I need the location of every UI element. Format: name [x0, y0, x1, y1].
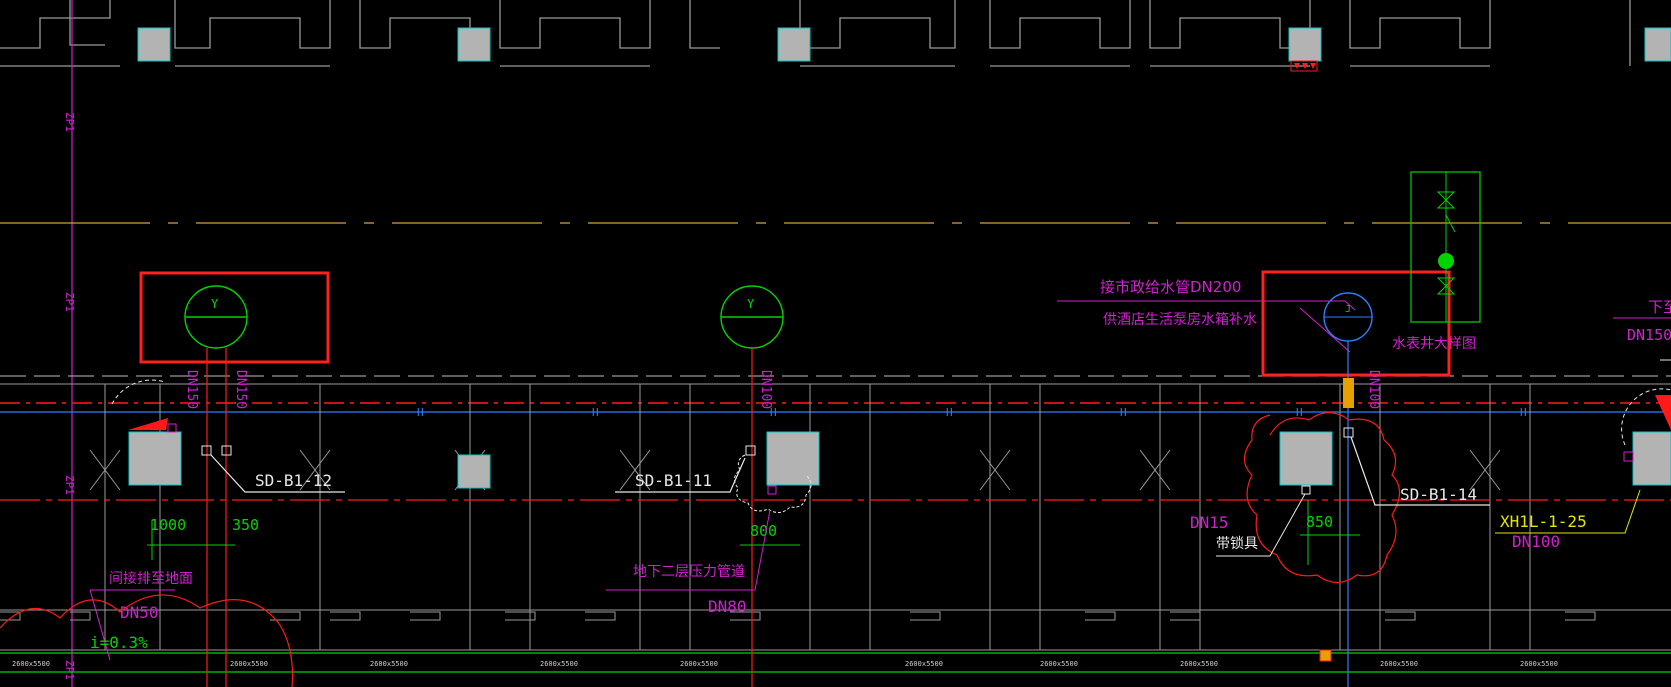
- b2-pressure-label: 地下二层压力管道: [633, 564, 745, 580]
- h-label-1: H: [417, 406, 424, 419]
- hotel-tank-label: 供酒店生活泵房水箱补水: [1103, 312, 1257, 328]
- dn100-vertical-right: DN100: [1366, 370, 1381, 409]
- well-group-far-right[interactable]: XH1L-1-25 DN100 下至 DN150: [1495, 298, 1671, 551]
- svg-text:2600x5500: 2600x5500: [370, 660, 408, 668]
- column-far-right: [1632, 431, 1671, 486]
- y-label-middle: Y: [747, 297, 755, 311]
- column-middle: [766, 431, 820, 486]
- zp1-label-4: ZP1: [63, 660, 76, 680]
- svg-text:2600x5500: 2600x5500: [1040, 660, 1078, 668]
- svg-text:2600x5500: 2600x5500: [12, 660, 50, 668]
- dim-850: 850: [1306, 513, 1333, 531]
- right-top-label-1: 下至: [1648, 298, 1671, 316]
- xh1l-label: XH1L-1-25: [1500, 512, 1587, 531]
- svg-text:2600x5500: 2600x5500: [905, 660, 943, 668]
- well-group-sd-b1-11[interactable]: Y DN100 SD-B1-11 800 地下二层压力管道 DN80: [606, 285, 820, 687]
- svg-text:2600x5500: 2600x5500: [1380, 660, 1418, 668]
- blue-h-pipe: H H H H H H H: [0, 406, 1671, 419]
- well-group-sd-b1-12[interactable]: Y DN150 DN150 SD-B1-12 1000 350 间接排至地面 D…: [0, 271, 345, 687]
- highlight-box-right: [1261, 270, 1451, 377]
- meter-well-label: 水表井大样图: [1392, 336, 1476, 352]
- dn150-vertical-1: DN150: [184, 370, 199, 409]
- svg-text:2600x5500: 2600x5500: [1520, 660, 1558, 668]
- dim-350: 350: [232, 516, 259, 534]
- dim-1000: 1000: [150, 516, 186, 534]
- dn80-label: DN80: [708, 597, 747, 616]
- j-label-right: J: [1345, 304, 1351, 315]
- svg-text:2600x5500: 2600x5500: [1180, 660, 1218, 668]
- right-top-label-2: DN150: [1627, 326, 1671, 344]
- svg-text:2600x5500: 2600x5500: [680, 660, 718, 668]
- y-label-left: Y: [211, 297, 219, 311]
- dn15-label: DN15: [1190, 513, 1229, 532]
- slope-label: i=0.3%: [90, 633, 148, 652]
- indirect-drain-label: 间接排至地面: [109, 570, 193, 587]
- h-label-6: H: [1296, 406, 1303, 419]
- top-columns: [137, 27, 1671, 62]
- zp1-label-3: ZP1: [63, 475, 76, 495]
- column-right: [1279, 431, 1333, 486]
- cad-drawing-canvas[interactable]: ZP1 ZP1 ZP1 ZP1 H H H H H H H 2600x5500: [0, 0, 1671, 687]
- with-lock-label: 带锁具: [1216, 536, 1258, 552]
- h-label-2: H: [592, 406, 599, 419]
- top-room-outlines: [0, 0, 1631, 67]
- zp1-riser-pipe: ZP1 ZP1 ZP1 ZP1: [63, 0, 76, 687]
- column-left: [128, 431, 182, 486]
- sd-b1-14-label: SD-B1-14: [1400, 485, 1477, 504]
- dn100-label: DN100: [1512, 532, 1560, 551]
- sd-b1-12-label: SD-B1-12: [255, 471, 332, 490]
- dn150-vertical-2: DN150: [233, 370, 248, 409]
- h-label-7: H: [1520, 406, 1527, 419]
- dn50-label: DN50: [120, 603, 159, 622]
- column-middle-small: [457, 454, 491, 489]
- svg-text:2600x5500: 2600x5500: [540, 660, 578, 668]
- cad-viewport[interactable]: ZP1 ZP1 ZP1 ZP1 H H H H H H H 2600x5500: [0, 0, 1671, 687]
- zp1-label-1: ZP1: [63, 112, 76, 132]
- svg-text:2600x5500: 2600x5500: [230, 660, 268, 668]
- dn100-vertical-middle: DN100: [758, 370, 773, 409]
- city-supply-label: 接市政给水管DN200: [1100, 278, 1241, 296]
- dim-800: 800: [750, 522, 777, 540]
- zp1-label-2: ZP1: [63, 292, 76, 312]
- h-label-4: H: [946, 406, 953, 419]
- sd-b1-11-label: SD-B1-11: [635, 471, 712, 490]
- h-label-5: H: [1120, 406, 1127, 419]
